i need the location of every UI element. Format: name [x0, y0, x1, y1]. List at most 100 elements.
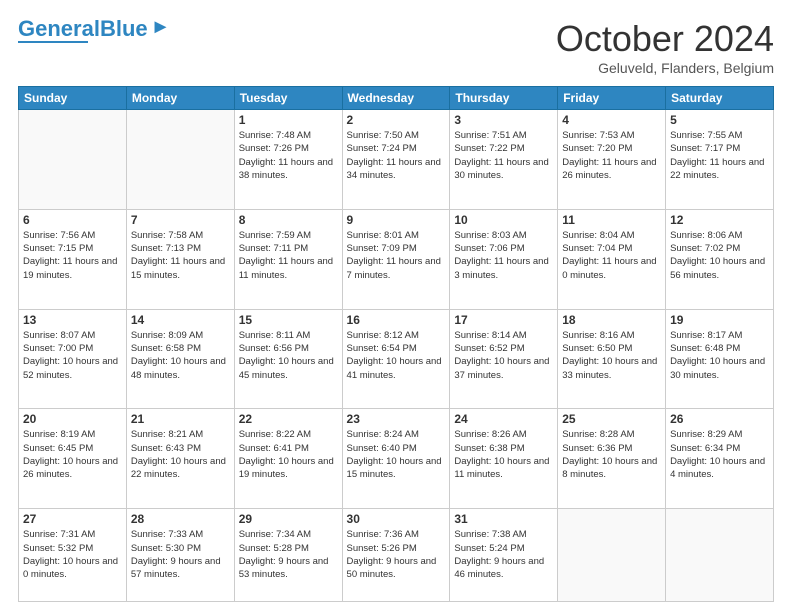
day-info: Sunrise: 8:16 AMSunset: 6:50 PMDaylight:… [562, 329, 661, 382]
day-number: 15 [239, 313, 338, 327]
header-sunday: Sunday [19, 87, 127, 110]
day-info: Sunrise: 8:28 AMSunset: 6:36 PMDaylight:… [562, 428, 661, 481]
calendar-cell: 8 Sunrise: 7:59 AMSunset: 7:11 PMDaylight… [234, 209, 342, 309]
week-row-2: 6Sunrise: 7:56 AMSunset: 7:15 PMDaylight… [19, 209, 774, 309]
day-number: 8 [239, 213, 338, 227]
day-info: Sunrise: 7:53 AMSunset: 7:20 PMDaylight:… [562, 129, 661, 182]
day-info: Sunrise: 8:01 AMSunset: 7:09 PMDaylight:… [347, 229, 446, 282]
day-number: 4 [562, 113, 661, 127]
title-block: October 2024 Geluveld, Flanders, Belgium [556, 18, 774, 76]
day-number: 14 [131, 313, 230, 327]
calendar-cell: 18Sunrise: 8:16 AMSunset: 6:50 PMDayligh… [558, 309, 666, 409]
day-number: 23 [347, 412, 446, 426]
calendar-cell [666, 509, 774, 602]
day-number: 7 [131, 213, 230, 227]
calendar-cell: 27Sunrise: 7:31 AMSunset: 5:32 PMDayligh… [19, 509, 127, 602]
calendar-cell: 13 Sunrise: 8:07 AMSunset: 7:00 PMDayligh… [19, 309, 127, 409]
day-number: 2 [347, 113, 446, 127]
day-number: 10 [454, 213, 553, 227]
calendar-cell: 29 Sunrise: 7:34 AMSunset: 5:28 PMDayligh… [234, 509, 342, 602]
calendar-cell: 24Sunrise: 8:26 AMSunset: 6:38 PMDayligh… [450, 409, 558, 509]
header-saturday: Saturday [666, 87, 774, 110]
calendar-cell: 31 Sunrise: 7:38 AMSunset: 5:24 PMDayligh… [450, 509, 558, 602]
calendar-cell: 26 Sunrise: 8:29 AMSunset: 6:34 PMDayligh… [666, 409, 774, 509]
location-subtitle: Geluveld, Flanders, Belgium [556, 60, 774, 76]
calendar-cell: 23Sunrise: 8:24 AMSunset: 6:40 PMDayligh… [342, 409, 450, 509]
calendar-cell: 10 Sunrise: 8:03 AMSunset: 7:06 PMDayligh… [450, 209, 558, 309]
calendar-cell: 3 Sunrise: 7:51 AMSunset: 7:22 PMDaylight… [450, 110, 558, 210]
day-info: Sunrise: 8:11 AMSunset: 6:56 PMDaylight:… [239, 329, 338, 382]
calendar-cell [558, 509, 666, 602]
day-info: Sunrise: 7:50 AMSunset: 7:24 PMDaylight:… [347, 129, 446, 182]
calendar-cell: 22Sunrise: 8:22 AMSunset: 6:41 PMDayligh… [234, 409, 342, 509]
calendar-cell: 20Sunrise: 8:19 AMSunset: 6:45 PMDayligh… [19, 409, 127, 509]
calendar-cell: 15 Sunrise: 8:11 AMSunset: 6:56 PMDayligh… [234, 309, 342, 409]
day-info: Sunrise: 8:17 AMSunset: 6:48 PMDaylight:… [670, 329, 769, 382]
day-number: 30 [347, 512, 446, 526]
day-info: Sunrise: 8:09 AMSunset: 6:58 PMDaylight:… [131, 329, 230, 382]
header-tuesday: Tuesday [234, 87, 342, 110]
day-info: Sunrise: 8:04 AMSunset: 7:04 PMDaylight:… [562, 229, 661, 282]
day-number: 3 [454, 113, 553, 127]
day-info: Sunrise: 8:26 AMSunset: 6:38 PMDaylight:… [454, 428, 553, 481]
calendar-cell: 7 Sunrise: 7:58 AMSunset: 7:13 PMDaylight… [126, 209, 234, 309]
day-info: Sunrise: 7:59 AMSunset: 7:11 PMDaylight:… [239, 229, 338, 282]
day-info: Sunrise: 7:36 AMSunset: 5:26 PMDaylight:… [347, 528, 446, 581]
week-row-1: 1 Sunrise: 7:48 AMSunset: 7:26 PMDaylight… [19, 110, 774, 210]
calendar-cell [19, 110, 127, 210]
logo-text: GeneralBlue [18, 18, 148, 40]
day-info: Sunrise: 7:55 AMSunset: 7:17 PMDaylight:… [670, 129, 769, 182]
day-info: Sunrise: 8:19 AMSunset: 6:45 PMDaylight:… [23, 428, 122, 481]
day-number: 6 [23, 213, 122, 227]
header-monday: Monday [126, 87, 234, 110]
calendar-cell: 5 Sunrise: 7:55 AMSunset: 7:17 PMDaylight… [666, 110, 774, 210]
calendar-cell: 30 Sunrise: 7:36 AMSunset: 5:26 PMDayligh… [342, 509, 450, 602]
day-number: 26 [670, 412, 769, 426]
calendar-cell: 4 Sunrise: 7:53 AMSunset: 7:20 PMDaylight… [558, 110, 666, 210]
day-info: Sunrise: 8:06 AMSunset: 7:02 PMDaylight:… [670, 229, 769, 282]
day-info: Sunrise: 7:48 AMSunset: 7:26 PMDaylight:… [239, 129, 338, 182]
day-number: 25 [562, 412, 661, 426]
calendar-cell: 11 Sunrise: 8:04 AMSunset: 7:04 PMDayligh… [558, 209, 666, 309]
week-row-5: 27Sunrise: 7:31 AMSunset: 5:32 PMDayligh… [19, 509, 774, 602]
day-info: Sunrise: 7:34 AMSunset: 5:28 PMDaylight:… [239, 528, 338, 581]
calendar-cell: 25 Sunrise: 8:28 AMSunset: 6:36 PMDayligh… [558, 409, 666, 509]
page: GeneralBlue ► October 2024 Geluveld, Fla… [0, 0, 792, 612]
day-number: 13 [23, 313, 122, 327]
day-info: Sunrise: 8:21 AMSunset: 6:43 PMDaylight:… [131, 428, 230, 481]
day-number: 9 [347, 213, 446, 227]
day-number: 1 [239, 113, 338, 127]
header-friday: Friday [558, 87, 666, 110]
logo-general: General [18, 16, 100, 41]
day-info: Sunrise: 8:29 AMSunset: 6:34 PMDaylight:… [670, 428, 769, 481]
calendar-cell: 9 Sunrise: 8:01 AMSunset: 7:09 PMDaylight… [342, 209, 450, 309]
header-wednesday: Wednesday [342, 87, 450, 110]
logo-blue: Blue [100, 16, 148, 41]
day-info: Sunrise: 7:33 AMSunset: 5:30 PMDaylight:… [131, 528, 230, 581]
day-number: 21 [131, 412, 230, 426]
calendar-cell: 21 Sunrise: 8:21 AMSunset: 6:43 PMDayligh… [126, 409, 234, 509]
header: GeneralBlue ► October 2024 Geluveld, Fla… [18, 18, 774, 76]
day-info: Sunrise: 7:38 AMSunset: 5:24 PMDaylight:… [454, 528, 553, 581]
day-info: Sunrise: 8:07 AMSunset: 7:00 PMDaylight:… [23, 329, 122, 382]
day-number: 17 [454, 313, 553, 327]
calendar-cell: 14 Sunrise: 8:09 AMSunset: 6:58 PMDayligh… [126, 309, 234, 409]
calendar-cell: 16Sunrise: 8:12 AMSunset: 6:54 PMDayligh… [342, 309, 450, 409]
day-info: Sunrise: 8:03 AMSunset: 7:06 PMDaylight:… [454, 229, 553, 282]
calendar-table: Sunday Monday Tuesday Wednesday Thursday… [18, 86, 774, 602]
week-row-4: 20Sunrise: 8:19 AMSunset: 6:45 PMDayligh… [19, 409, 774, 509]
day-number: 31 [454, 512, 553, 526]
day-number: 11 [562, 213, 661, 227]
calendar-cell: 19 Sunrise: 8:17 AMSunset: 6:48 PMDayligh… [666, 309, 774, 409]
calendar-cell: 2 Sunrise: 7:50 AMSunset: 7:24 PMDaylight… [342, 110, 450, 210]
month-title: October 2024 [556, 18, 774, 60]
day-number: 27 [23, 512, 122, 526]
day-number: 29 [239, 512, 338, 526]
day-number: 19 [670, 313, 769, 327]
day-info: Sunrise: 7:51 AMSunset: 7:22 PMDaylight:… [454, 129, 553, 182]
calendar-cell [126, 110, 234, 210]
day-info: Sunrise: 7:58 AMSunset: 7:13 PMDaylight:… [131, 229, 230, 282]
calendar-cell: 12Sunrise: 8:06 AMSunset: 7:02 PMDayligh… [666, 209, 774, 309]
day-info: Sunrise: 8:22 AMSunset: 6:41 PMDaylight:… [239, 428, 338, 481]
day-number: 5 [670, 113, 769, 127]
